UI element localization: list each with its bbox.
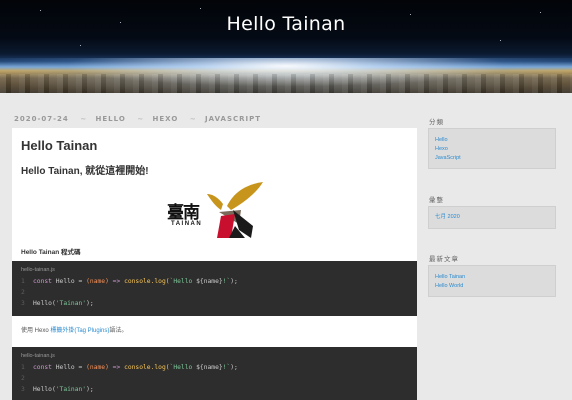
code-line: 3 Hello('Tainan'); xyxy=(21,386,94,393)
tag-link-hello[interactable]: HELLO xyxy=(96,115,126,123)
post-title[interactable]: Hello Tainan xyxy=(21,138,97,153)
category-link-javascript[interactable]: JavaScript xyxy=(429,154,555,163)
cloud-layer xyxy=(0,74,572,93)
tainan-emblem-icon xyxy=(207,182,263,238)
tag-plugins-link[interactable]: 標籤外掛(Tag Plugins) xyxy=(50,328,109,334)
logo-chinese-text: 臺南 xyxy=(167,203,200,223)
post-meta: 2020-07-24 ~ HELLO ~ HEXO ~ JAVASCRIPT xyxy=(14,115,264,123)
code-line: 1 const Hello = (name) => console.log(`He… xyxy=(21,364,238,371)
recent-posts-widget: Hello Tainan Hello World xyxy=(428,265,556,297)
code-filename: hello-tainan.js xyxy=(21,353,55,359)
meta-separator: ~ xyxy=(80,115,88,123)
recent-posts-heading: 最新文章 xyxy=(429,256,459,263)
archive-link-july-2020[interactable]: 七月 2020 xyxy=(429,213,555,222)
post-date: 2020-07-24 xyxy=(14,115,69,123)
header-banner: Hello Tainan xyxy=(0,0,572,93)
code-block: hello-tainan.js 1 const Hello = (name) =>… xyxy=(12,347,417,400)
logo-caption: TAINAN xyxy=(171,221,203,227)
archives-widget: 七月 2020 xyxy=(428,206,556,229)
post-subtitle: Hello Tainan, 就從這裡開始! xyxy=(21,166,149,177)
code-filename: hello-tainan.js xyxy=(21,267,55,273)
recent-post-link-hello-world[interactable]: Hello World xyxy=(429,282,555,291)
tag-link-javascript[interactable]: JAVASCRIPT xyxy=(205,115,261,123)
code-block: hello-tainan.js 1 const Hello = (name) =>… xyxy=(12,261,417,316)
tainan-logo: 臺南 TAINAN xyxy=(167,180,265,240)
archives-heading: 彙整 xyxy=(429,197,444,204)
categories-widget: Hello Hexo JavaScript xyxy=(428,128,556,169)
code-line: 2 xyxy=(21,375,25,382)
post-paragraph: 使用 Hexo 標籤外掛(Tag Plugins)語法。 xyxy=(21,328,128,334)
category-link-hello[interactable]: Hello xyxy=(429,136,555,145)
categories-heading: 分類 xyxy=(429,119,444,126)
tag-link-hexo[interactable]: HEXO xyxy=(153,115,179,123)
recent-post-link-hello-tainan[interactable]: Hello Tainan xyxy=(429,273,555,282)
code-line: 2 xyxy=(21,289,25,296)
meta-separator: ~ xyxy=(137,115,145,123)
code-line: 1 const Hello = (name) => console.log(`He… xyxy=(21,278,238,285)
post-card: Hello Tainan Hello Tainan, 就從這裡開始! 臺南 TA… xyxy=(12,128,417,400)
site-title[interactable]: Hello Tainan xyxy=(0,13,572,35)
category-link-hexo[interactable]: Hexo xyxy=(429,145,555,154)
meta-separator: ~ xyxy=(189,115,197,123)
code-line: 3 Hello('Tainan'); xyxy=(21,300,94,307)
section-label: Hello Tainan 程式碼 xyxy=(21,249,81,256)
